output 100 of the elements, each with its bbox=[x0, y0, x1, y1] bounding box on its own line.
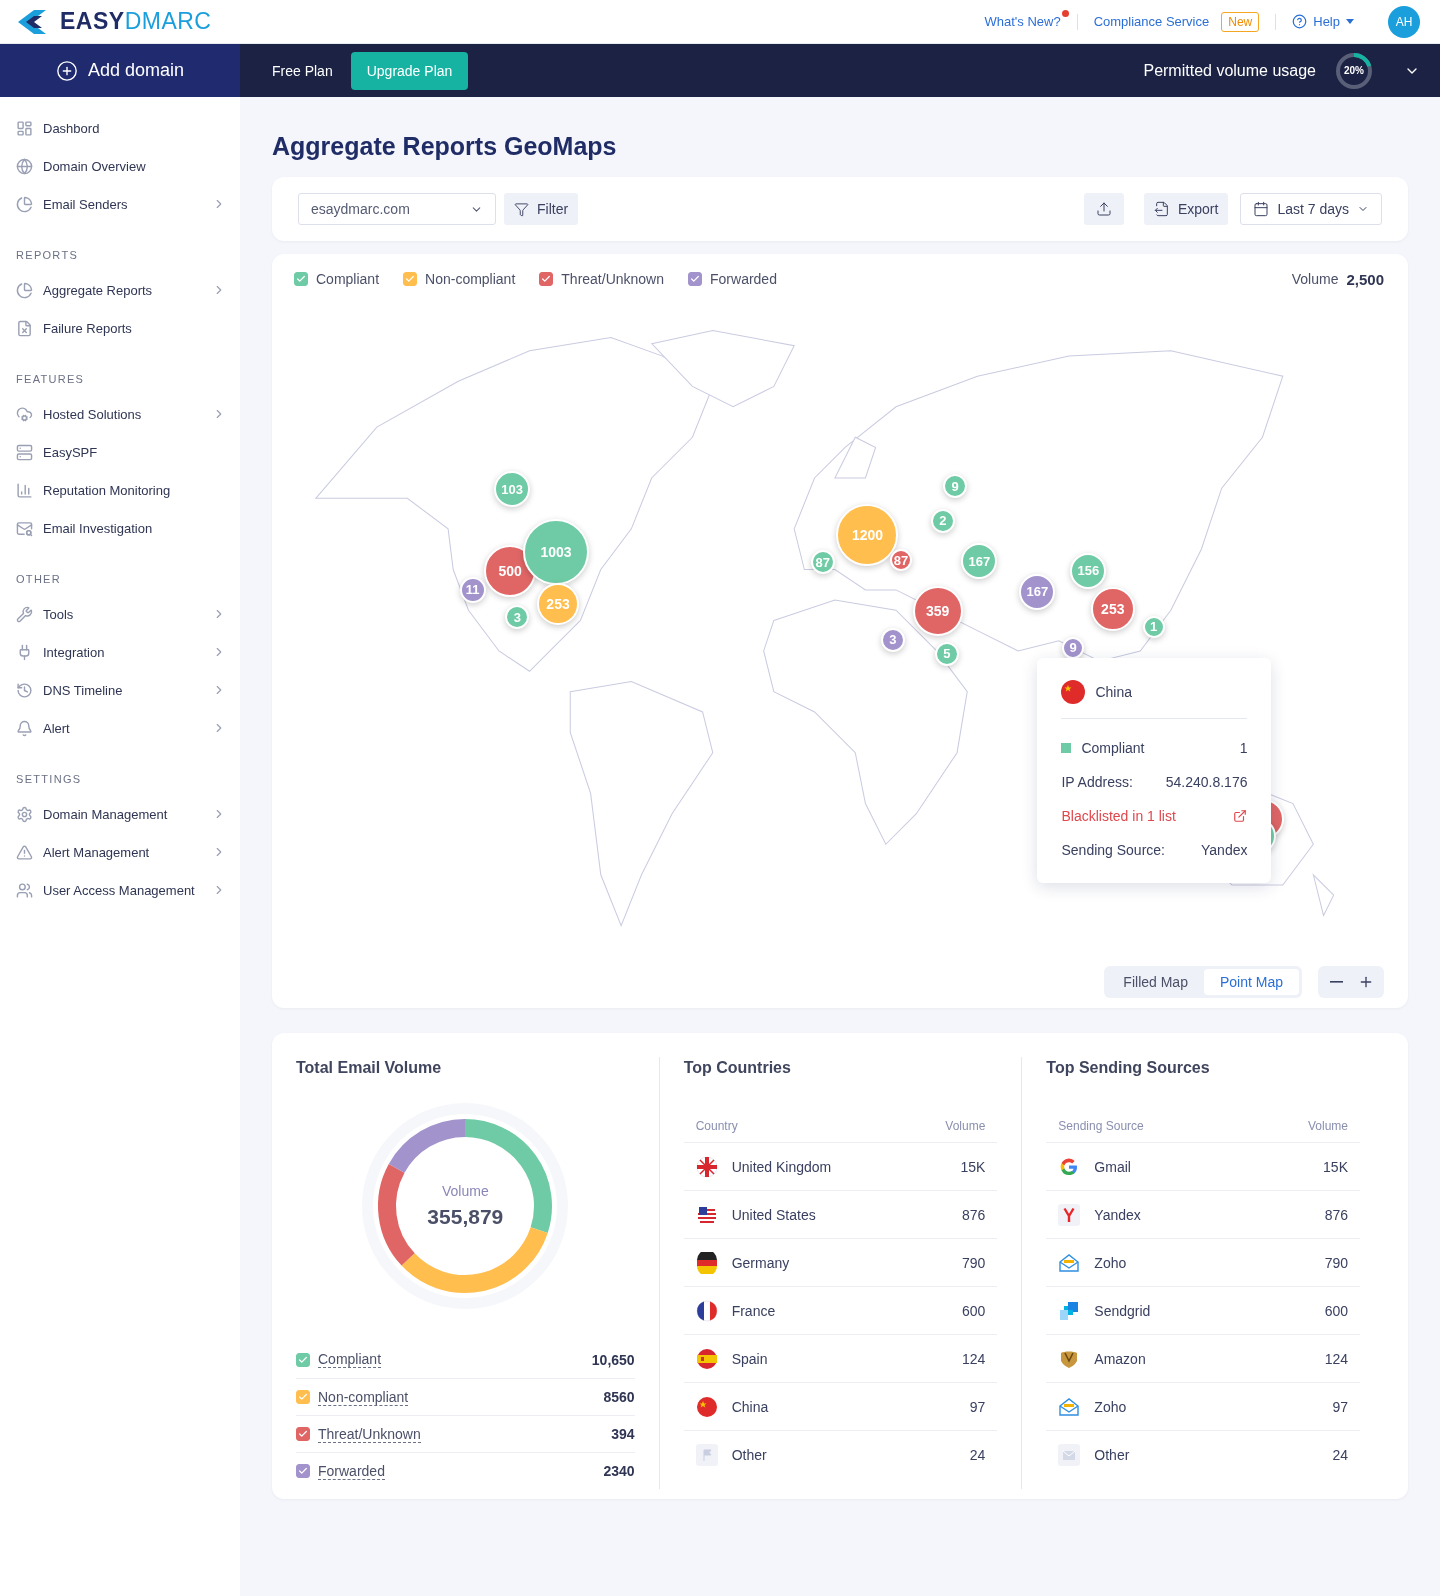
sidebar-item[interactable]: Tools bbox=[0, 595, 240, 633]
logo-wordmark: EASYDMARC bbox=[60, 8, 212, 35]
filter-icon bbox=[514, 201, 529, 217]
legend-checkbox[interactable] bbox=[296, 1352, 310, 1367]
volume-label: Volume bbox=[1291, 271, 1339, 287]
check-icon bbox=[298, 1429, 308, 1439]
envelope-icon bbox=[1058, 1251, 1081, 1274]
table-cell: 600 bbox=[961, 1302, 986, 1319]
cloud-icon bbox=[16, 405, 33, 423]
legend-checkbox[interactable] bbox=[294, 272, 308, 286]
filter-button[interactable]: Filter bbox=[504, 193, 579, 225]
sidebar-item[interactable]: Reputation Monitoring bbox=[0, 471, 240, 509]
upgrade-plan-button[interactable]: Upgrade Plan bbox=[350, 51, 469, 90]
table-cell: 876 bbox=[961, 1206, 986, 1223]
usage-label: Permitted volume usage bbox=[1143, 61, 1316, 80]
y-letter-icon bbox=[1058, 1203, 1081, 1226]
check-icon bbox=[298, 1354, 308, 1365]
table-cell: 97 bbox=[1332, 1398, 1348, 1415]
table-cell: 790 bbox=[1324, 1254, 1348, 1271]
history-icon bbox=[16, 681, 33, 699]
check-icon bbox=[298, 1466, 308, 1476]
table-cell: Amazon bbox=[1094, 1350, 1146, 1367]
sidebar-item[interactable]: Hosted Solutions bbox=[0, 395, 240, 433]
table-cell: United Kingdom bbox=[731, 1158, 832, 1175]
add-domain-button[interactable]: Add domain bbox=[0, 44, 240, 97]
sidebar-item[interactable]: DNS Timeline bbox=[0, 671, 240, 709]
table-cell: Sendgrid bbox=[1094, 1302, 1151, 1319]
table-cell: 15K bbox=[960, 1158, 986, 1175]
user-avatar[interactable]: AH bbox=[1388, 5, 1420, 38]
export-button[interactable]: Export bbox=[1143, 193, 1229, 225]
volume-value: 2,500 bbox=[1346, 270, 1384, 288]
source-value: Yandex bbox=[1201, 842, 1248, 859]
sidebar-item[interactable]: Dashbord bbox=[0, 109, 240, 147]
calendar-icon bbox=[1253, 201, 1270, 217]
legend-value: 10,650 bbox=[591, 1351, 635, 1368]
sidebar-item[interactable]: EasySPF bbox=[0, 433, 240, 471]
table-cell: 876 bbox=[1324, 1206, 1348, 1223]
map-view-tab[interactable]: Filled Map bbox=[1107, 969, 1204, 995]
legend-checkbox[interactable] bbox=[296, 1427, 310, 1441]
page-title: Aggregate Reports GeoMaps bbox=[272, 132, 618, 161]
warning-icon bbox=[16, 843, 33, 861]
flag-icon bbox=[695, 1155, 718, 1178]
country-name: China bbox=[1095, 684, 1133, 701]
legend-value: 8560 bbox=[603, 1389, 635, 1405]
table-cell: 15K bbox=[1323, 1158, 1348, 1175]
sidebar-item[interactable]: Aggregate Reports bbox=[0, 271, 240, 309]
map-view-tab[interactable]: Point Map bbox=[1203, 969, 1299, 995]
dashboard-icon bbox=[16, 119, 33, 137]
check-icon bbox=[541, 274, 552, 284]
blacklist-link[interactable]: Blacklisted in 1 list bbox=[1061, 808, 1176, 825]
share-button[interactable] bbox=[1083, 193, 1124, 225]
legend-checkbox[interactable] bbox=[539, 272, 554, 286]
ip-label: IP Address: bbox=[1061, 774, 1133, 791]
pie-chart-icon bbox=[16, 195, 33, 213]
table-cell: Zoho bbox=[1094, 1254, 1127, 1271]
sidebar-item[interactable]: Domain Management bbox=[0, 795, 240, 833]
legend-label: Non-compliant bbox=[318, 1388, 409, 1406]
table-cell: 124 bbox=[1324, 1350, 1348, 1367]
sidebar-item[interactable]: Failure Reports bbox=[0, 309, 240, 347]
sidebar-item[interactable]: Email Senders bbox=[0, 185, 240, 223]
sidebar-item[interactable]: Alert Management bbox=[0, 833, 240, 871]
table-cell: 24 bbox=[969, 1447, 986, 1463]
table-cell: Germany bbox=[731, 1254, 790, 1271]
section-heading: FEATURES bbox=[15, 372, 86, 387]
sidebar-item[interactable]: Alert bbox=[0, 709, 240, 747]
sidebar-item[interactable]: Integration bbox=[0, 633, 240, 671]
date-range-select[interactable]: Last 7 days bbox=[1240, 193, 1382, 225]
flag-icon bbox=[695, 1444, 718, 1466]
sidebar-item[interactable]: User Access Management bbox=[0, 871, 240, 909]
legend-checkbox[interactable] bbox=[403, 272, 418, 286]
domain-select[interactable]: esaydmarc.com bbox=[298, 193, 496, 225]
users-icon bbox=[16, 881, 33, 899]
bar-chart-icon bbox=[16, 481, 33, 499]
file-x-icon bbox=[16, 319, 33, 337]
globe-icon bbox=[16, 157, 33, 175]
legend-label: Forwarded bbox=[710, 271, 777, 287]
source-label: Sending Source: bbox=[1061, 842, 1165, 859]
legend-label: Non-compliant bbox=[425, 271, 516, 287]
legend-checkbox[interactable] bbox=[296, 1464, 310, 1478]
table-cell: Other bbox=[1094, 1447, 1130, 1463]
table-cell: 790 bbox=[961, 1254, 986, 1271]
legend-checkbox[interactable] bbox=[688, 272, 702, 286]
section-heading: REPORTS bbox=[15, 248, 80, 263]
status-swatch bbox=[1061, 743, 1072, 754]
sidebar-item[interactable]: Domain Overview bbox=[0, 147, 240, 185]
whats-new-link[interactable]: What's New? bbox=[984, 14, 1061, 29]
flag-icon bbox=[695, 1347, 718, 1370]
panel-title: Top Sending Sources bbox=[1046, 1059, 1211, 1078]
compliance-service-link[interactable]: Compliance Service bbox=[1093, 14, 1210, 29]
help-menu[interactable]: Help bbox=[1292, 14, 1354, 29]
check-icon bbox=[296, 274, 306, 284]
legend-label: Compliant bbox=[318, 1351, 382, 1368]
table-cell: China bbox=[731, 1398, 769, 1415]
legend-checkbox[interactable] bbox=[296, 1390, 310, 1404]
caret-icon bbox=[1346, 19, 1354, 24]
external-link-icon[interactable] bbox=[1233, 809, 1248, 824]
ip-value: 54.240.8.176 bbox=[1165, 774, 1248, 791]
gear-icon bbox=[16, 805, 33, 823]
table-cell: 24 bbox=[1332, 1447, 1348, 1463]
sidebar-item[interactable]: Email Investigation bbox=[0, 509, 240, 547]
